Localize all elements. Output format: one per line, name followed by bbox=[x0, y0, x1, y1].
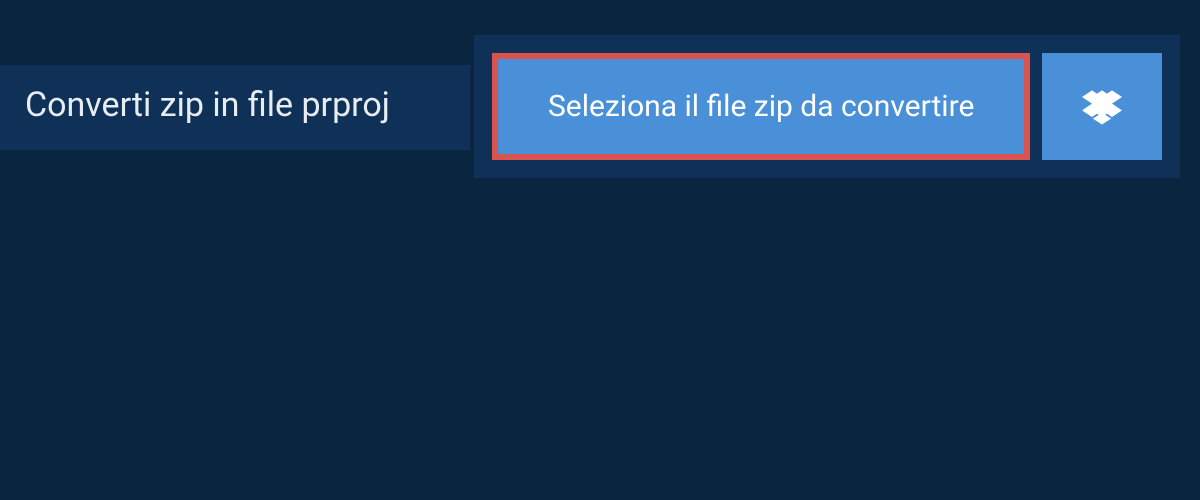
dropbox-button[interactable] bbox=[1042, 53, 1162, 160]
upload-panel: Seleziona il file zip da convertire bbox=[474, 35, 1180, 178]
header-bar: Converti zip in file prproj bbox=[0, 65, 470, 150]
dropbox-icon bbox=[1082, 87, 1122, 127]
page-title: Converti zip in file prproj bbox=[25, 85, 445, 125]
select-file-button[interactable]: Seleziona il file zip da convertire bbox=[492, 53, 1030, 160]
select-file-button-label: Seleziona il file zip da convertire bbox=[548, 89, 974, 124]
